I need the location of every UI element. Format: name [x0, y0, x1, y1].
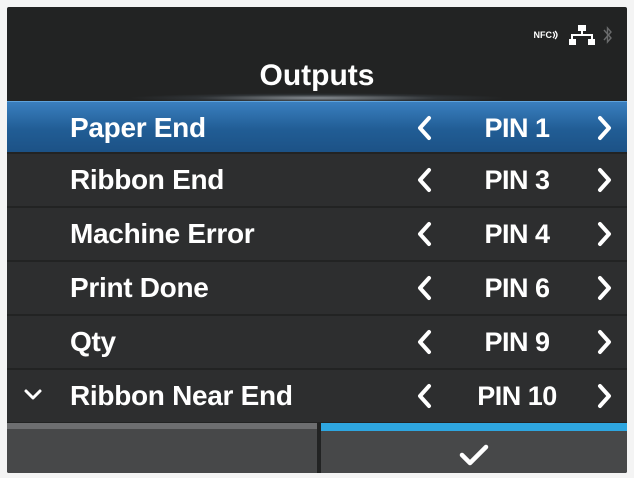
list-item-value: PIN 3 — [484, 165, 550, 195]
chevron-right-icon[interactable] — [591, 275, 617, 301]
list-item-machine-error[interactable]: Machine Error PIN 4 — [7, 208, 627, 260]
chevron-right-icon[interactable] — [591, 167, 617, 193]
page-title: Outputs — [259, 59, 375, 92]
list-item-value: PIN 9 — [484, 327, 550, 357]
list-item-value: PIN 1 — [484, 113, 550, 143]
list-item-label: Ribbon End — [70, 164, 225, 195]
status-bar: NFC — [534, 23, 614, 47]
chevron-left-icon[interactable] — [412, 115, 438, 141]
checkmark-icon — [459, 444, 489, 466]
nfc-icon: NFC — [534, 30, 562, 40]
chevron-left-icon[interactable] — [412, 167, 438, 193]
left-button-indicator — [7, 423, 317, 429]
chevron-left-icon[interactable] — [412, 329, 438, 355]
list-item-print-done[interactable]: Print Done PIN 6 — [7, 262, 627, 314]
network-icon — [569, 25, 595, 45]
list-item-qty[interactable]: Qty PIN 9 — [7, 316, 627, 368]
list-item-value: PIN 4 — [484, 219, 550, 249]
nfc-label: NFC — [533, 30, 553, 40]
list-item-label: Ribbon Near End — [70, 380, 293, 411]
bottom-button-bar — [7, 423, 627, 473]
confirm-button[interactable] — [321, 423, 627, 473]
chevron-left-icon[interactable] — [412, 383, 438, 409]
list-item-ribbon-end[interactable]: Ribbon End PIN 3 — [7, 154, 627, 206]
printer-screen: NFC Outputs Paper End PIN 1 Ribbon End P… — [7, 7, 627, 473]
list-item-label: Print Done — [70, 272, 209, 303]
list-item-value: PIN 6 — [484, 273, 550, 303]
outputs-list: Paper End PIN 1 Ribbon End PIN 3 Machine… — [7, 101, 627, 424]
chevron-right-icon[interactable] — [591, 383, 617, 409]
confirm-button-indicator — [321, 423, 627, 431]
list-item-label: Paper End — [70, 112, 206, 143]
bluetooth-icon — [603, 26, 612, 44]
list-item-label: Machine Error — [70, 218, 255, 249]
scroll-down-chevron-icon[interactable] — [23, 387, 43, 403]
list-item-ribbon-near-end[interactable]: Ribbon Near End PIN 10 — [7, 370, 627, 422]
list-item-label: Qty — [70, 326, 116, 357]
chevron-right-icon[interactable] — [591, 221, 617, 247]
list-item-value: PIN 10 — [477, 381, 557, 411]
list-item-paper-end[interactable]: Paper End PIN 1 — [7, 101, 627, 152]
chevron-left-icon[interactable] — [412, 275, 438, 301]
left-soft-button[interactable] — [7, 423, 317, 473]
chevron-left-icon[interactable] — [412, 221, 438, 247]
chevron-right-icon[interactable] — [591, 115, 617, 141]
chevron-right-icon[interactable] — [591, 329, 617, 355]
